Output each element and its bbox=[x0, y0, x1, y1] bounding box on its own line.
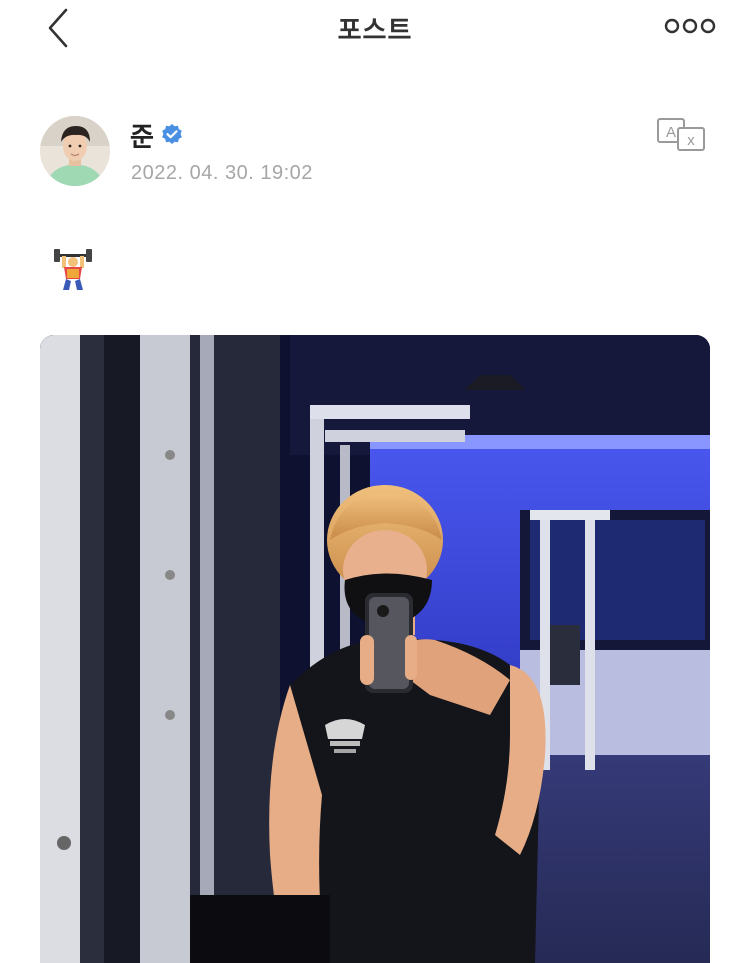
avatar[interactable] bbox=[40, 116, 110, 186]
post-media-photo[interactable] bbox=[40, 335, 710, 963]
svg-text:x: x bbox=[687, 132, 695, 149]
top-bar: 포스트 bbox=[0, 0, 750, 56]
verified-badge-icon bbox=[162, 124, 182, 144]
svg-text:A: A bbox=[666, 124, 676, 141]
post-text-emoji bbox=[52, 246, 94, 292]
author-name-row: 준 bbox=[130, 118, 184, 152]
more-options-button[interactable] bbox=[662, 12, 718, 40]
author-name[interactable]: 준 bbox=[130, 117, 154, 154]
page-title: 포스트 bbox=[337, 15, 413, 45]
translate-icon: A x bbox=[657, 118, 705, 151]
gym-mirror-selfie-photo bbox=[40, 335, 710, 963]
post-timestamp: 2022. 04. 30. 19:02 bbox=[131, 162, 313, 184]
translate-button[interactable]: A x bbox=[656, 116, 708, 154]
weightlifter-emoji-icon bbox=[54, 249, 92, 290]
more-dots-icon bbox=[664, 18, 716, 34]
post-author: 준 2022. 04. 30. 19:02 A x bbox=[40, 116, 720, 196]
avatar-photo bbox=[40, 116, 110, 186]
